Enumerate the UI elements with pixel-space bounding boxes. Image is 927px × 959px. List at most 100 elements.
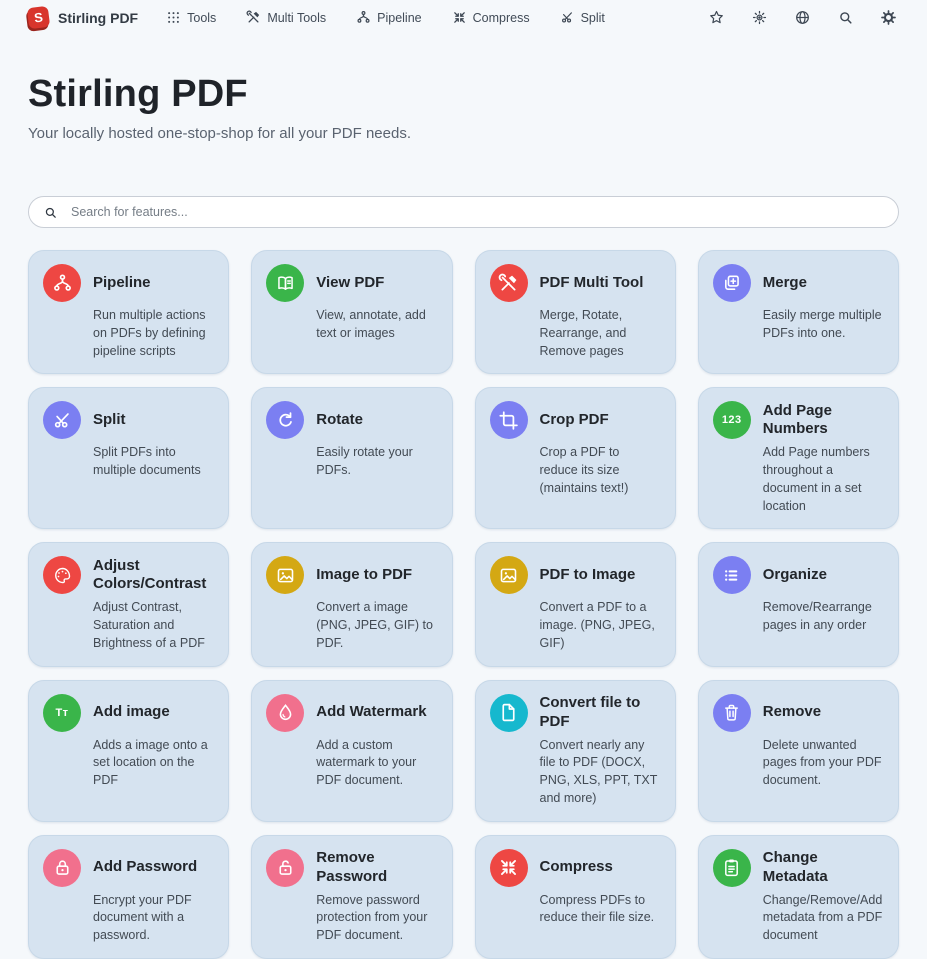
clipboard-icon bbox=[713, 849, 751, 887]
nav-actions bbox=[706, 7, 899, 28]
multi-tools-icon bbox=[246, 10, 261, 25]
card-convert-file-to-pdf[interactable]: Convert file to PDF Convert nearly any fi… bbox=[475, 680, 676, 822]
card-view-pdf[interactable]: View PDF View, annotate, add text or imag… bbox=[251, 250, 452, 374]
card-change-metadata[interactable]: Change Metadata Change/Remove/Add metadat… bbox=[698, 835, 899, 959]
card-image-to-pdf[interactable]: Image to PDFConvert a image (PNG, JPEG, … bbox=[251, 542, 452, 666]
apps-grid-icon bbox=[166, 10, 181, 25]
card-title: Change Metadata bbox=[763, 849, 884, 887]
card-description: Split PDFs into multiple documents bbox=[93, 444, 214, 480]
card-pdf-multi-tool[interactable]: PDF Multi Tool Merge, Rotate, Rearrange, … bbox=[475, 250, 676, 374]
card-description: Remove/Rearrange pages in any order bbox=[763, 599, 884, 635]
settings-button[interactable] bbox=[878, 7, 899, 28]
card-title: Merge bbox=[763, 264, 884, 302]
card-title: Image to PDF bbox=[316, 556, 437, 594]
stirling-logo-icon: S bbox=[27, 6, 50, 29]
card-title: Rotate bbox=[316, 401, 437, 439]
card-remove-password[interactable]: Remove Password Remove password protectio… bbox=[251, 835, 452, 959]
card-title: View PDF bbox=[316, 264, 437, 302]
search-button[interactable] bbox=[835, 7, 856, 28]
card-description: View, annotate, add text or images bbox=[316, 307, 437, 343]
feature-search-box bbox=[28, 196, 899, 228]
nav-link-tools[interactable]: Tools bbox=[166, 10, 216, 25]
top-navbar: S Stirling PDF Tools Multi Tools Pipeline C… bbox=[0, 0, 927, 33]
card-add-password[interactable]: Add PasswordEncrypt your PDF document wi… bbox=[28, 835, 229, 959]
globe-icon bbox=[794, 9, 811, 26]
card-merge[interactable]: Merge Easily merge multiple PDFs into one… bbox=[698, 250, 899, 374]
card-description: Crop a PDF to reduce its size (maintains… bbox=[540, 444, 661, 497]
theme-toggle-button[interactable] bbox=[749, 7, 770, 28]
nav-link-compress[interactable]: Compress bbox=[452, 10, 530, 25]
nav-link-label: Multi Tools bbox=[267, 11, 326, 25]
card-description: Change/Remove/Add metadata from a PDF do… bbox=[763, 892, 884, 945]
nav-link-pipeline[interactable]: Pipeline bbox=[356, 10, 421, 25]
pipeline-icon bbox=[43, 264, 81, 302]
nav-link-split[interactable]: Split bbox=[560, 10, 605, 25]
nav-link-label: Pipeline bbox=[377, 11, 421, 25]
card-compress[interactable]: Compress Compress PDFs to reduce their fi… bbox=[475, 835, 676, 959]
rotate-icon bbox=[266, 401, 304, 439]
nav-link-label: Compress bbox=[473, 11, 530, 25]
brand-label: Stirling PDF bbox=[58, 10, 138, 26]
card-title: Crop PDF bbox=[540, 401, 661, 439]
numbers-123-icon: 123 bbox=[713, 401, 751, 439]
nav-link-multi-tools[interactable]: Multi Tools bbox=[246, 10, 326, 25]
card-description: Convert nearly any file to PDF (DOCX, PN… bbox=[540, 737, 661, 808]
card-title: Remove Password bbox=[316, 849, 437, 887]
card-remove[interactable]: Remove Delete unwanted pages from your PD… bbox=[698, 680, 899, 822]
sun-icon bbox=[751, 9, 768, 26]
card-title: Adjust Colors/Contrast bbox=[93, 556, 214, 594]
card-add-page-numbers[interactable]: 123Add Page NumbersAdd Page numbers thro… bbox=[698, 387, 899, 529]
card-organize[interactable]: OrganizeRemove/Rearrange pages in any or… bbox=[698, 542, 899, 666]
bullet-list-icon bbox=[713, 556, 751, 594]
search-input[interactable] bbox=[69, 204, 884, 220]
book-open-icon bbox=[266, 264, 304, 302]
merge-icon bbox=[713, 264, 751, 302]
card-title: Compress bbox=[540, 849, 661, 887]
compress-icon bbox=[490, 849, 528, 887]
nav-link-label: Split bbox=[581, 11, 605, 25]
lock-icon bbox=[43, 849, 81, 887]
card-description: Adds a image onto a set location on the … bbox=[93, 737, 214, 790]
card-title: Convert file to PDF bbox=[540, 694, 661, 732]
language-button[interactable] bbox=[792, 7, 813, 28]
brand-home-link[interactable]: S Stirling PDF bbox=[28, 7, 138, 28]
card-split[interactable]: Split Split PDFs into multiple documents bbox=[28, 387, 229, 529]
card-rotate[interactable]: Rotate Easily rotate your PDFs. bbox=[251, 387, 452, 529]
card-description: Merge, Rotate, Rearrange, and Remove pag… bbox=[540, 307, 661, 360]
card-title: Add Password bbox=[93, 849, 214, 887]
card-adjust-colors-contrast[interactable]: Adjust Colors/ContrastAdjust Contrast, S… bbox=[28, 542, 229, 666]
card-description: Easily rotate your PDFs. bbox=[316, 444, 437, 480]
card-pdf-to-image[interactable]: PDF to ImageConvert a PDF to a image. (P… bbox=[475, 542, 676, 666]
page-subtitle: Your locally hosted one-stop-shop for al… bbox=[28, 125, 899, 142]
card-pipeline[interactable]: PipelineRun multiple actions on PDFs by … bbox=[28, 250, 229, 374]
search-icon bbox=[43, 205, 58, 220]
card-description: Convert a PDF to a image. (PNG, JPEG, GI… bbox=[540, 599, 661, 652]
text-size-icon: Tт bbox=[43, 694, 81, 732]
card-title: Split bbox=[93, 401, 214, 439]
card-description: Compress PDFs to reduce their file size. bbox=[540, 892, 661, 928]
star-icon bbox=[708, 9, 725, 26]
card-description: Run multiple actions on PDFs by defining… bbox=[93, 307, 214, 360]
card-title: Add Watermark bbox=[316, 694, 437, 732]
file-icon bbox=[490, 694, 528, 732]
feature-card-grid: PipelineRun multiple actions on PDFs by … bbox=[28, 250, 899, 959]
card-crop-pdf[interactable]: Crop PDF Crop a PDF to reduce its size (m… bbox=[475, 387, 676, 529]
image-icon bbox=[490, 556, 528, 594]
card-description: Remove password protection from your PDF… bbox=[316, 892, 437, 945]
card-title: Add image bbox=[93, 694, 214, 732]
card-title: Remove bbox=[763, 694, 884, 732]
card-title: PDF Multi Tool bbox=[540, 264, 661, 302]
card-description: Easily merge multiple PDFs into one. bbox=[763, 307, 884, 343]
favorites-button[interactable] bbox=[706, 7, 727, 28]
crop-icon bbox=[490, 401, 528, 439]
image-icon bbox=[266, 556, 304, 594]
card-add-watermark[interactable]: Add WatermarkAdd a custom watermark to y… bbox=[251, 680, 452, 822]
unlock-icon bbox=[266, 849, 304, 887]
nav-link-label: Tools bbox=[187, 11, 216, 25]
palette-icon bbox=[43, 556, 81, 594]
card-title: Add Page Numbers bbox=[763, 401, 884, 439]
pipeline-icon bbox=[356, 10, 371, 25]
card-add-image[interactable]: Tт Add image Adds a image onto a set locat… bbox=[28, 680, 229, 822]
card-description: Delete unwanted pages from your PDF docu… bbox=[763, 737, 884, 790]
search-icon bbox=[837, 9, 854, 26]
